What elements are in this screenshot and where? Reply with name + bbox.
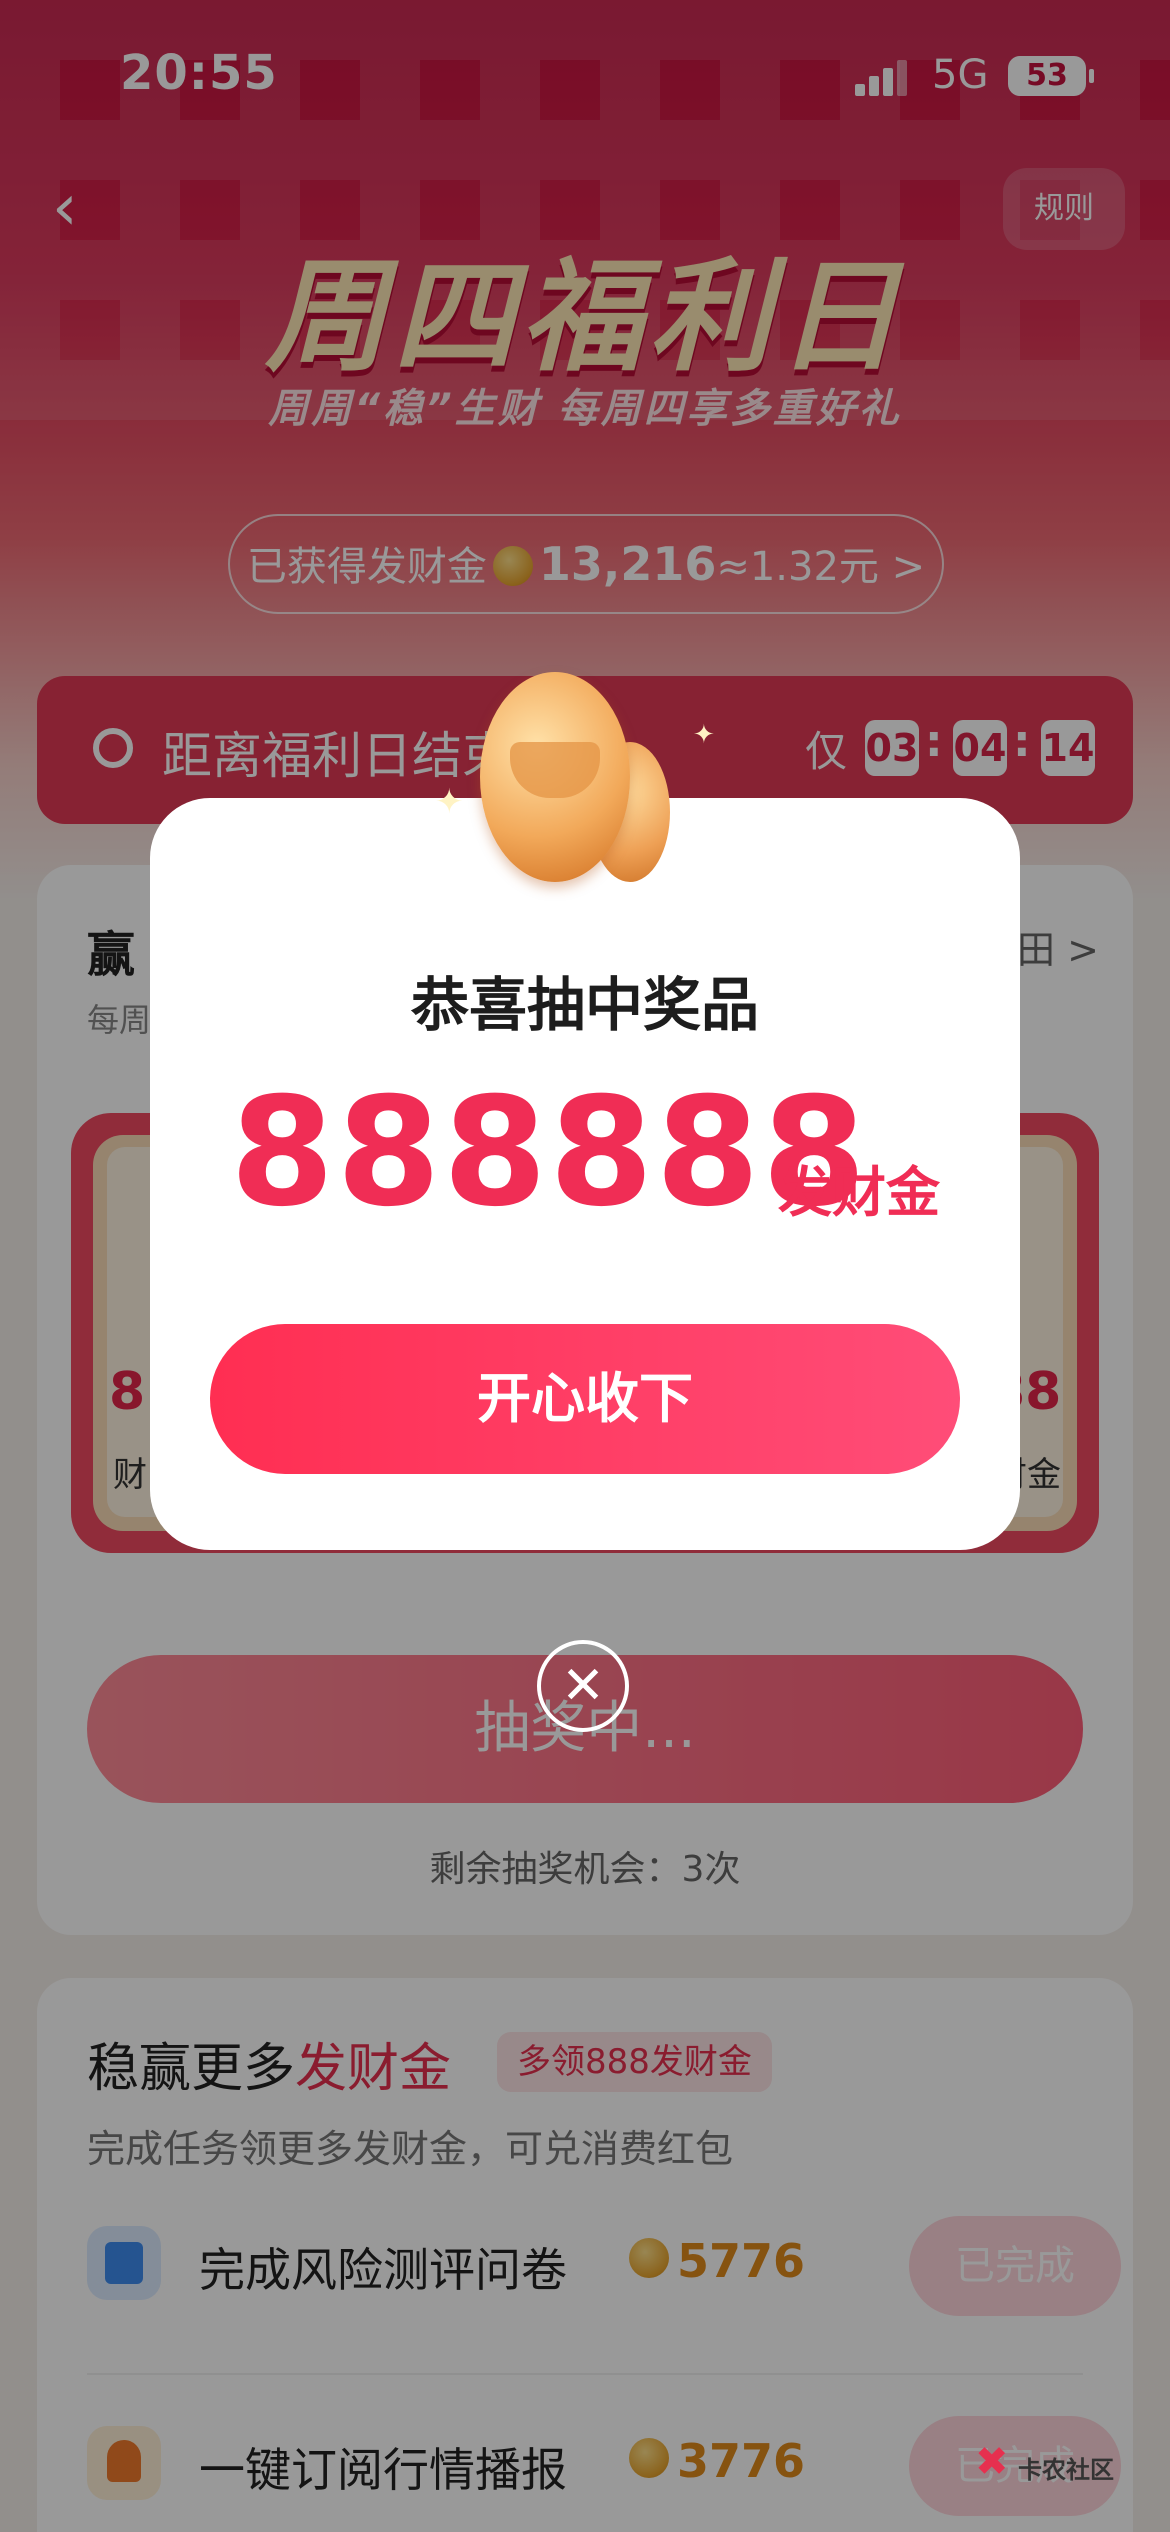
prize-unit: 发财金: [778, 1161, 940, 1224]
prize-modal: 恭喜抽中奖品 888888 发财金 开心收下: [150, 798, 1020, 1550]
sparkle-icon: ✦: [693, 720, 715, 750]
watermark-logo: ✖: [975, 2439, 1009, 2485]
close-icon[interactable]: ✕: [537, 1640, 629, 1732]
welfare-day-page: 20:55 5G 53 ‹ 规则 周四福利日 周周“稳”生财 每周四享多重好礼 …: [0, 0, 1170, 2532]
watermark-text: 卡农社区: [1018, 2456, 1114, 2484]
modal-title: 恭喜抽中奖品: [410, 971, 759, 1039]
accept-button[interactable]: 开心收下: [210, 1324, 960, 1474]
prize-amount: 888888: [230, 1066, 869, 1240]
sparkle-icon: ✦: [435, 782, 464, 822]
gold-coin-icon: [480, 672, 670, 882]
